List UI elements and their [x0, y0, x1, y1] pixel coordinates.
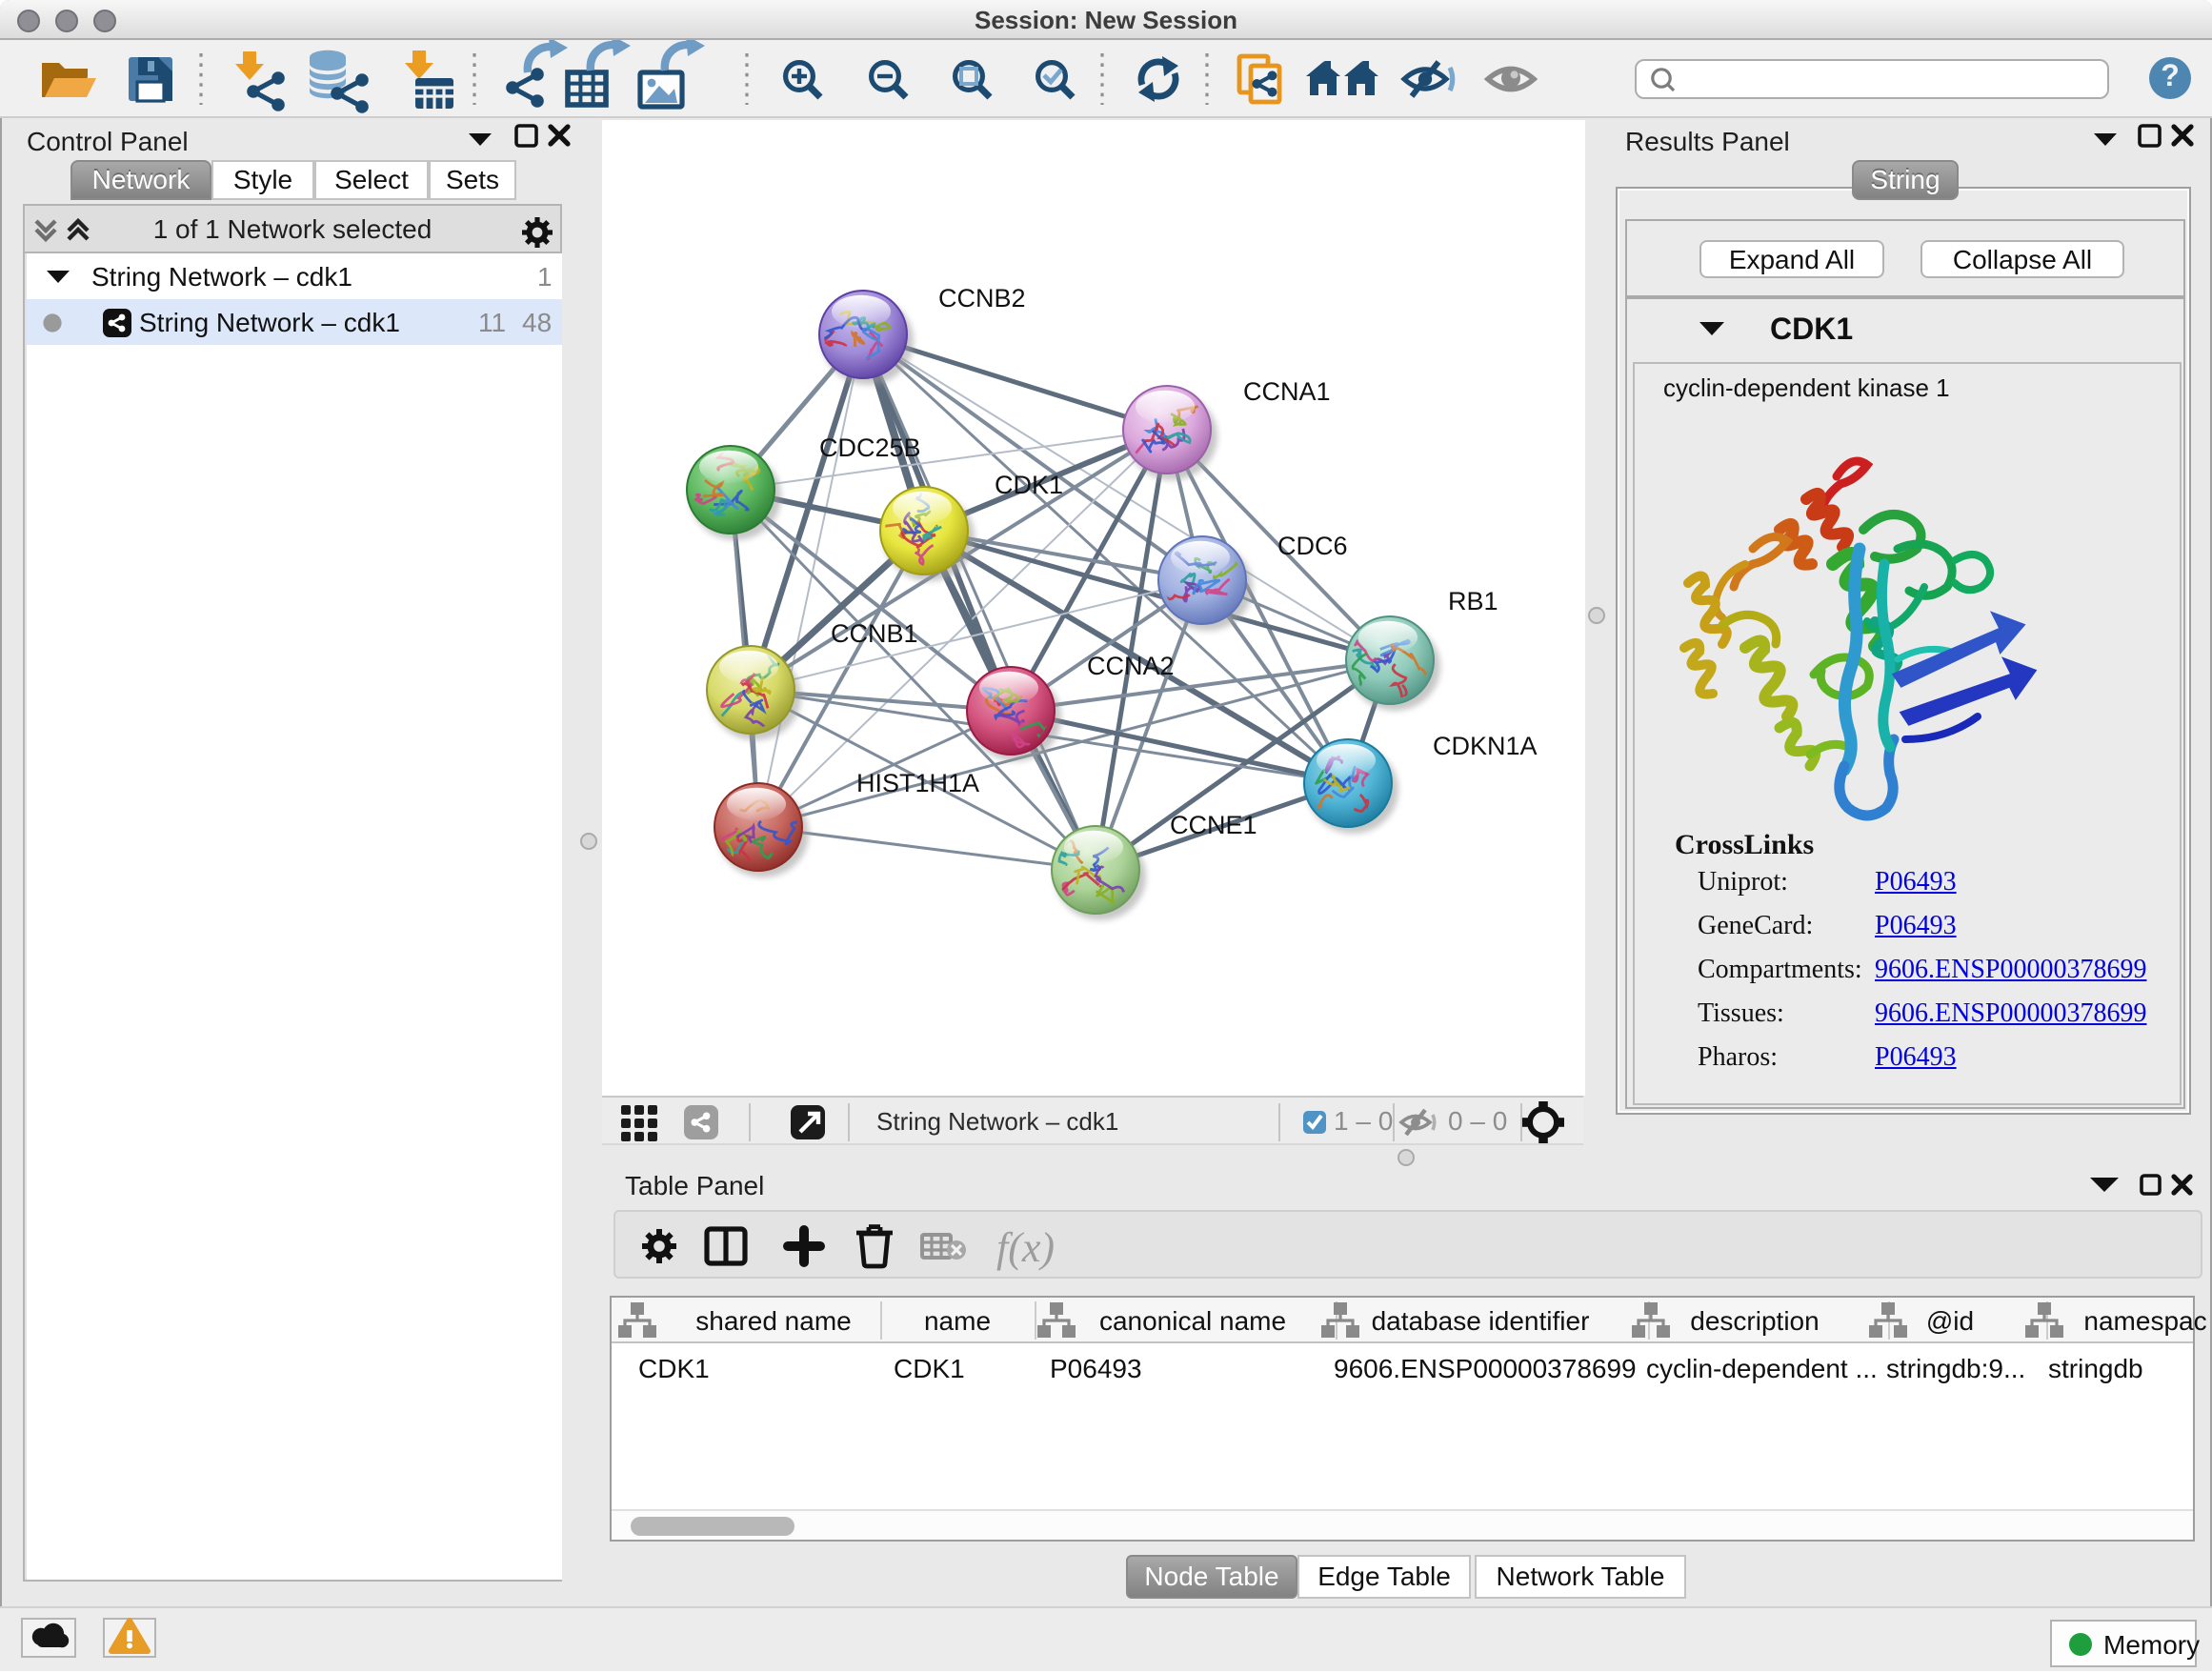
- svg-text:HIST1H1A: HIST1H1A: [856, 769, 979, 797]
- svg-text:CDK1: CDK1: [995, 471, 1063, 499]
- svg-text:CCNA2: CCNA2: [1087, 652, 1175, 680]
- svg-text:CDC6: CDC6: [1277, 532, 1348, 560]
- svg-text:CDC25B: CDC25B: [819, 433, 921, 462]
- svg-text:CDKN1A: CDKN1A: [1433, 732, 1538, 760]
- svg-text:CCNA1: CCNA1: [1243, 377, 1331, 406]
- svg-text:CCNB2: CCNB2: [938, 284, 1026, 312]
- svg-text:CCNB1: CCNB1: [831, 619, 918, 648]
- svg-text:RB1: RB1: [1448, 587, 1498, 615]
- svg-text:f(x): f(x): [996, 1224, 1055, 1271]
- svg-text:CCNE1: CCNE1: [1170, 811, 1257, 839]
